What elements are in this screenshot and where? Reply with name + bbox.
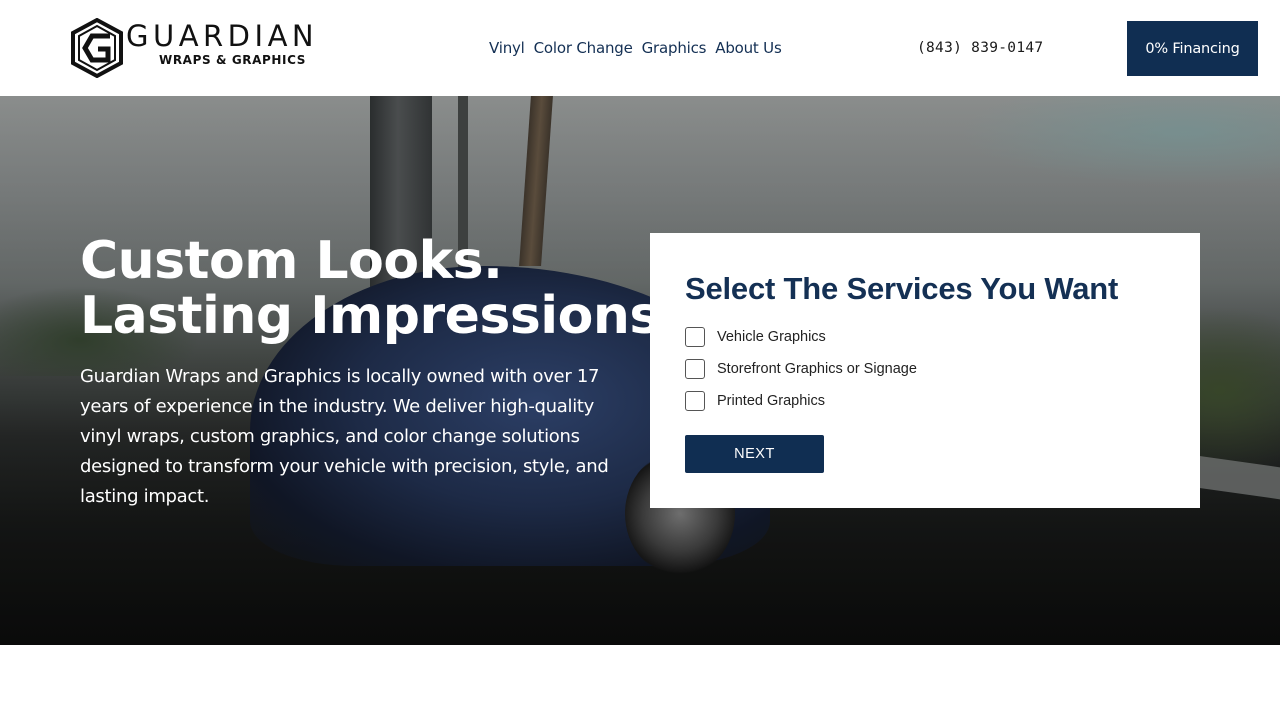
phone-number-link[interactable]: (843) 839-0147 <box>917 38 1043 58</box>
option-label: Storefront Graphics or Signage <box>717 361 917 377</box>
nav-item-graphics[interactable]: Graphics <box>642 38 707 58</box>
option-vehicle-graphics[interactable]: Vehicle Graphics <box>685 327 826 347</box>
hero-title-line-1: Custom Looks. <box>80 231 503 291</box>
option-label: Printed Graphics <box>717 393 825 409</box>
brand-name: GUARDIAN <box>126 19 319 53</box>
hero-description: Guardian Wraps and Graphics is locally o… <box>80 366 609 507</box>
option-storefront-graphics[interactable]: Storefront Graphics or Signage <box>685 359 917 379</box>
financing-button[interactable]: 0% Financing <box>1127 21 1258 76</box>
vehicle-graphics-checkbox[interactable] <box>685 327 705 347</box>
main-nav: Vinyl Color Change Graphics About Us <box>489 38 782 58</box>
sky-highlight <box>960 96 1280 186</box>
shield-logo-icon <box>71 18 123 78</box>
nav-item-about-us[interactable]: About Us <box>715 38 782 58</box>
hero-title: Custom Looks. Lasting Impressions <box>80 234 660 344</box>
form-title: Select The Services You Want <box>685 271 1119 306</box>
guardian-logo[interactable]: GUARDIAN WRAPS & GRAPHICS <box>70 18 345 78</box>
storefront-graphics-checkbox[interactable] <box>685 359 705 379</box>
brand-tagline: WRAPS & GRAPHICS <box>159 53 306 67</box>
option-label: Vehicle Graphics <box>717 329 826 345</box>
next-button[interactable]: NEXT <box>685 435 824 473</box>
site-header: GUARDIAN WRAPS & GRAPHICS Vinyl Color Ch… <box>0 0 1280 96</box>
services-form-card: Select The Services You Want Vehicle Gra… <box>650 233 1200 508</box>
option-printed-graphics[interactable]: Printed Graphics <box>685 391 825 411</box>
hero-title-line-2: Lasting Impressions <box>80 286 660 346</box>
nav-item-vinyl[interactable]: Vinyl <box>489 38 525 58</box>
nav-item-color-change[interactable]: Color Change <box>534 38 633 58</box>
printed-graphics-checkbox[interactable] <box>685 391 705 411</box>
